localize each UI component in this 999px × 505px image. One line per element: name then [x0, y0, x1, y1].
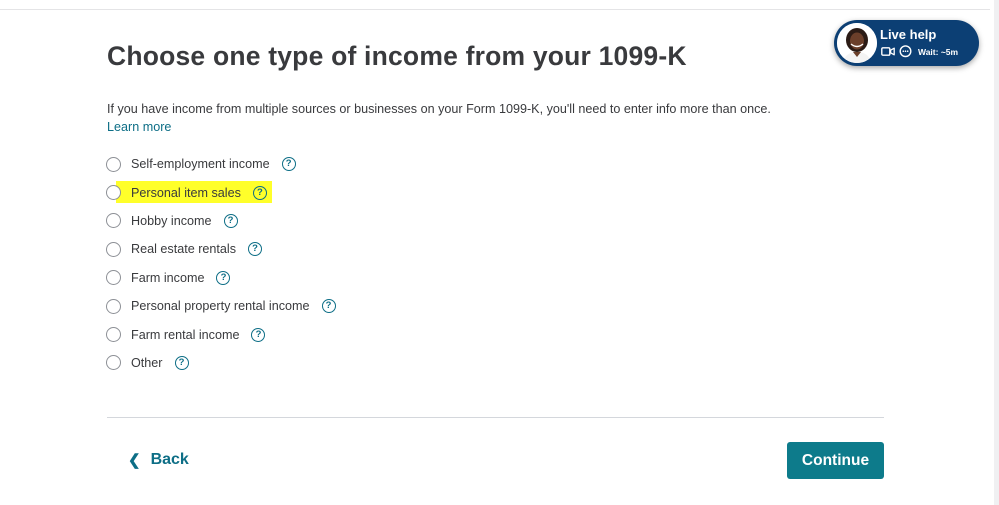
radio-button[interactable]	[106, 156, 121, 172]
help-icon[interactable]: ?	[252, 185, 267, 200]
footer-divider	[107, 417, 884, 418]
option-label: Real estate rentals	[131, 242, 237, 257]
option-other[interactable]: Other ?	[106, 349, 336, 377]
page-title: Choose one type of income from your 1099…	[107, 41, 687, 71]
radio-button[interactable]	[106, 270, 121, 286]
help-icon[interactable]: ?	[216, 270, 231, 285]
live-help-widget[interactable]: Live help Wait: ~5m	[834, 20, 979, 66]
option-label: Hobby income	[131, 213, 212, 228]
learn-more-link[interactable]: Learn more	[107, 118, 171, 136]
option-personal-item-sales[interactable]: Personal item sales ?	[106, 178, 336, 206]
scrollbar-track[interactable]	[994, 0, 999, 505]
radio-button[interactable]	[106, 355, 121, 371]
continue-button[interactable]: Continue	[787, 442, 884, 479]
intro-paragraph: If you have income from multiple sources…	[107, 100, 827, 136]
help-icon[interactable]: ?	[281, 157, 296, 172]
option-personal-property-rental-income[interactable]: Personal property rental income ?	[106, 292, 336, 320]
intro-text: If you have income from multiple sources…	[107, 102, 771, 116]
income-type-options: Self-employment income ? Personal item s…	[106, 150, 336, 377]
radio-button[interactable]	[106, 213, 121, 229]
video-icon	[881, 47, 895, 56]
radio-button[interactable]	[106, 327, 121, 343]
option-farm-income[interactable]: Farm income ?	[106, 264, 336, 292]
radio-button[interactable]	[106, 185, 121, 201]
option-label: Self-employment income	[131, 157, 270, 172]
option-hobby-income[interactable]: Hobby income ?	[106, 207, 336, 235]
chat-icon	[899, 45, 912, 58]
option-self-employment-income[interactable]: Self-employment income ?	[106, 150, 336, 178]
option-label: Personal property rental income	[131, 299, 310, 314]
option-label: Farm rental income	[131, 327, 240, 342]
help-icon[interactable]: ?	[321, 299, 336, 314]
option-label: Personal item sales	[131, 185, 241, 200]
option-label: Other	[131, 355, 163, 370]
avatar	[837, 23, 877, 63]
help-icon[interactable]: ?	[248, 242, 263, 257]
option-real-estate-rentals[interactable]: Real estate rentals ?	[106, 235, 336, 263]
option-farm-rental-income[interactable]: Farm rental income ?	[106, 320, 336, 348]
radio-button[interactable]	[106, 298, 121, 314]
back-button[interactable]: ❮ Back	[120, 446, 197, 474]
help-icon[interactable]: ?	[223, 213, 238, 228]
chevron-left-icon: ❮	[128, 452, 141, 469]
help-icon[interactable]: ?	[251, 327, 266, 342]
live-help-title: Live help	[880, 27, 937, 42]
expert-portrait-icon	[837, 23, 877, 63]
back-label: Back	[150, 451, 189, 468]
help-icon[interactable]: ?	[174, 355, 189, 370]
header-divider	[0, 9, 990, 10]
radio-button[interactable]	[106, 241, 121, 257]
option-label: Farm income	[131, 270, 205, 285]
wait-time: Wait: ~5m	[918, 47, 959, 57]
